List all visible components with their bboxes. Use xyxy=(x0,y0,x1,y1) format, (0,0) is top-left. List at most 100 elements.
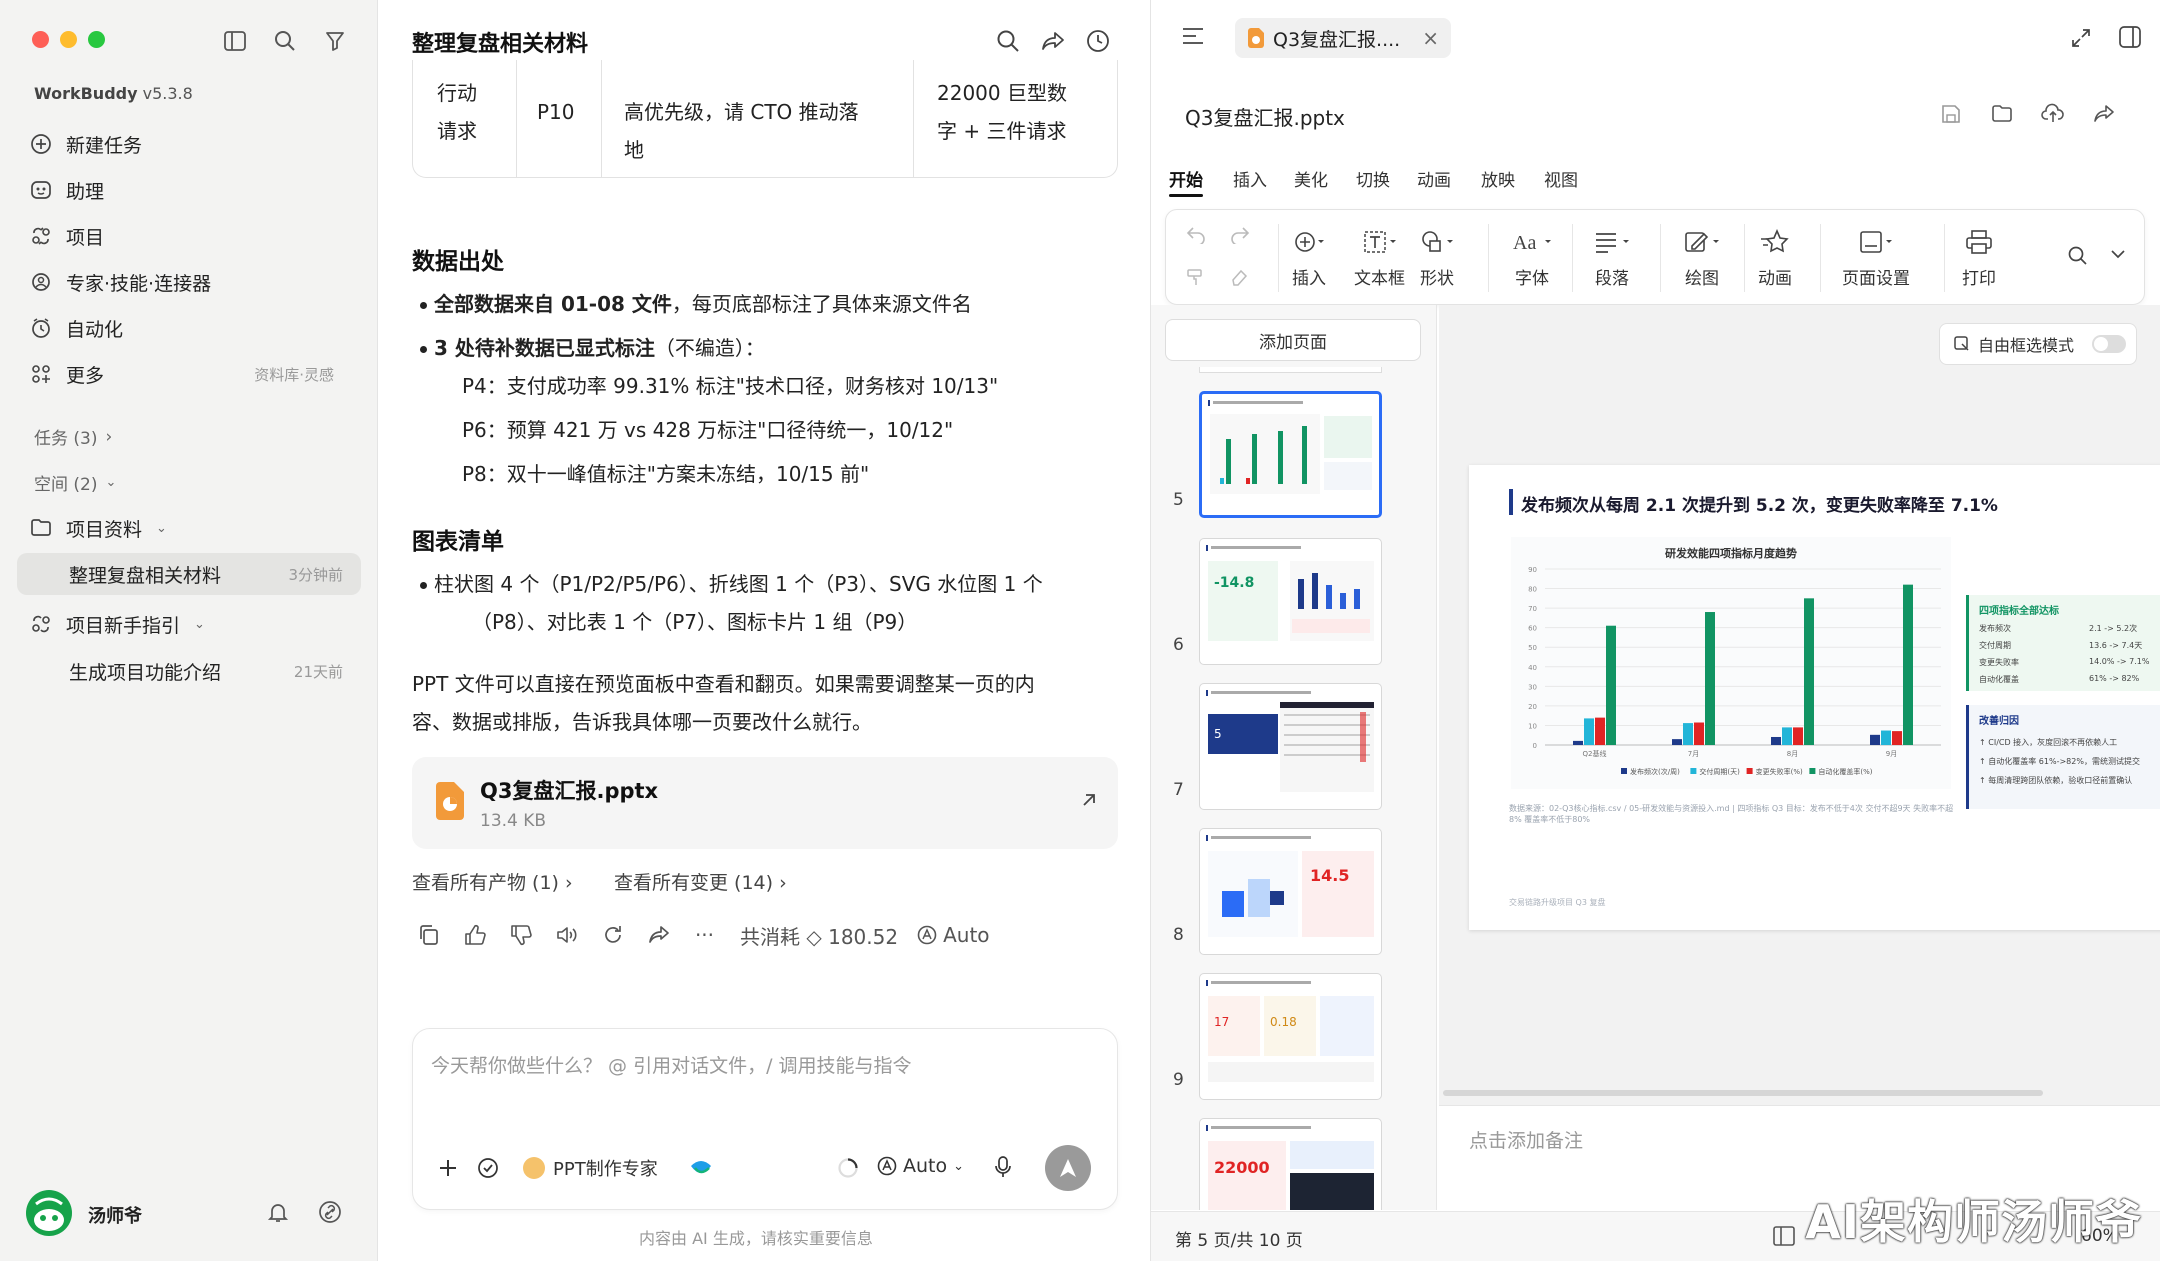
menu-animation[interactable]: 动画 xyxy=(1417,166,1451,191)
slide-thumbnail[interactable]: 22000 xyxy=(1199,1118,1382,1210)
conversation-item-active[interactable]: 整理复盘相关材料 3分钟前 xyxy=(17,553,361,595)
close-tab-icon[interactable]: × xyxy=(1422,26,1439,50)
add-attachment-icon[interactable] xyxy=(437,1157,459,1179)
upload-icon[interactable] xyxy=(2041,102,2065,124)
view-changes-link[interactable]: 查看所有变更 (14) › xyxy=(614,868,787,895)
file-tab[interactable]: Q3复盘汇报.... × xyxy=(1235,18,1451,58)
toggle-switch[interactable] xyxy=(2092,335,2126,353)
share-icon[interactable] xyxy=(642,918,675,952)
notes-placeholder[interactable]: 点击添加备注 xyxy=(1469,1126,1583,1153)
horizontal-scrollbar[interactable] xyxy=(1443,1090,2043,1096)
slide-thumbnail[interactable]: -14.8 xyxy=(1199,538,1382,665)
conversation-item[interactable]: 生成项目功能介绍 21天前 xyxy=(17,650,361,692)
nav-automation[interactable]: 自动化 xyxy=(30,308,370,348)
nav-experts[interactable]: 专家·技能·连接器 xyxy=(30,262,370,302)
save-icon[interactable] xyxy=(1941,104,1961,124)
speaker-icon[interactable] xyxy=(550,918,583,952)
thumb-number: 9 xyxy=(1173,1070,1184,1090)
close-window-button[interactable] xyxy=(32,31,49,48)
tool-textbox[interactable]: 文本框 xyxy=(1354,226,1405,289)
link-icon[interactable] xyxy=(318,1200,342,1224)
thumbs-down-icon[interactable] xyxy=(504,918,537,952)
send-button[interactable] xyxy=(1045,1145,1091,1191)
legend-label: 变更失败率(%) xyxy=(1756,767,1803,776)
thumb-number: 8 xyxy=(1173,925,1184,945)
add-page-button[interactable]: 添加页面 xyxy=(1165,319,1421,361)
menu-beautify[interactable]: 美化 xyxy=(1294,166,1328,191)
slide-page[interactable]: 发布频次从每周 2.1 次提升到 5.2 次，变更失败率降至 7.1% 研发效能… xyxy=(1469,465,2160,930)
guide-group[interactable]: 项目新手指引 ⌄ xyxy=(30,604,370,644)
search-icon[interactable] xyxy=(991,24,1025,58)
sidebar-toggle-icon[interactable] xyxy=(218,24,252,58)
tool-draw[interactable]: 绘图 xyxy=(1684,226,1720,289)
y-tick-label: 20 xyxy=(1528,703,1537,711)
menu-start[interactable]: 开始 xyxy=(1169,166,1203,191)
tool-insert[interactable]: 插入 xyxy=(1292,226,1326,289)
avatar[interactable] xyxy=(26,1190,72,1236)
folder-icon[interactable] xyxy=(1991,104,2013,124)
share-icon[interactable] xyxy=(2093,104,2115,124)
thumbs-up-icon[interactable] xyxy=(458,918,491,952)
tool-font[interactable]: Aa 字体 xyxy=(1512,226,1552,289)
regenerate-icon[interactable] xyxy=(596,918,629,952)
app-logo-icon[interactable] xyxy=(689,1156,713,1178)
search-icon[interactable] xyxy=(2068,246,2088,266)
menu-view[interactable]: 视图 xyxy=(1544,166,1578,191)
menu-transition[interactable]: 切换 xyxy=(1356,166,1390,191)
bell-icon[interactable] xyxy=(266,1200,290,1224)
panel-toggle-icon[interactable] xyxy=(2119,26,2141,48)
slide-thumbnail-active[interactable] xyxy=(1199,391,1382,518)
slide-thumbnail[interactable]: 5 xyxy=(1199,683,1382,810)
expert-selector[interactable]: PPT制作专家 xyxy=(523,1155,658,1181)
more-icon[interactable]: ··· xyxy=(688,918,721,952)
eraser-icon[interactable] xyxy=(1230,268,1248,286)
model-selector[interactable]: Auto ⌄ xyxy=(877,1155,964,1177)
history-icon[interactable] xyxy=(1081,24,1115,58)
nav-more[interactable]: 更多 资料库·灵感 xyxy=(30,354,370,394)
redo-icon[interactable] xyxy=(1230,226,1250,244)
section-heading: 数据出处 xyxy=(412,249,504,275)
paragraph: PPT 文件可以直接在预览面板中查看和翻页。如果需要调整某一页的内 xyxy=(412,672,1035,696)
legend-swatch xyxy=(1809,768,1816,774)
nav-new-task[interactable]: 新建任务 xyxy=(30,124,370,164)
view-outputs-link[interactable]: 查看所有产物 (1) › xyxy=(412,868,573,895)
expand-icon[interactable] xyxy=(2071,28,2091,48)
layout-icon[interactable] xyxy=(1773,1226,1795,1246)
nav-project[interactable]: 项目 xyxy=(30,216,370,256)
menu-insert[interactable]: 插入 xyxy=(1233,166,1267,191)
menu-icon[interactable] xyxy=(1181,26,1205,46)
file-card[interactable]: Q3复盘汇报.pptx 13.4 KB xyxy=(412,757,1118,849)
filter-icon[interactable] xyxy=(318,24,352,58)
tool-animation[interactable]: 动画 xyxy=(1758,226,1792,289)
slide-thumbnail[interactable]: 14.5 xyxy=(1199,828,1382,955)
chart-bar xyxy=(1606,625,1616,745)
expert-icon xyxy=(30,271,66,293)
tool-print[interactable]: 打印 xyxy=(1962,226,1996,289)
spaces-group[interactable]: 空间 (2) ⌄ xyxy=(34,470,116,495)
undo-icon[interactable] xyxy=(1186,226,1206,244)
format-painter-icon[interactable] xyxy=(1186,268,1204,286)
zoom-window-button[interactable] xyxy=(88,31,105,48)
menu-slideshow[interactable]: 放映 xyxy=(1481,166,1515,191)
action-table: 行动 请求 P10 高优先级，请 CTO 推动落地 22000 巨型数字 + 三件… xyxy=(412,60,1118,178)
share-icon[interactable] xyxy=(1036,24,1070,58)
tasks-group[interactable]: 任务 (3) › xyxy=(34,424,112,450)
chat-input-placeholder[interactable]: 今天帮你做些什么？ @ 引用对话文件，/ 调用技能与指令 xyxy=(431,1051,912,1078)
y-tick-label: 80 xyxy=(1528,586,1537,594)
copy-icon[interactable] xyxy=(412,918,445,952)
nav-assistant[interactable]: 助理 xyxy=(30,170,370,210)
free-select-toggle[interactable]: 自由框选模式 xyxy=(1939,323,2137,365)
minimize-window-button[interactable] xyxy=(60,31,77,48)
chevron-down-icon[interactable] xyxy=(2110,248,2126,260)
search-icon[interactable] xyxy=(268,24,302,58)
folder-project-materials[interactable]: 项目资料 ⌄ xyxy=(30,508,370,548)
microphone-icon[interactable] xyxy=(993,1155,1013,1179)
tool-paragraph[interactable]: 段落 xyxy=(1594,226,1630,289)
chat-input-box[interactable]: 今天帮你做些什么？ @ 引用对话文件，/ 调用技能与指令 PPT制作专家 Aut… xyxy=(412,1028,1118,1210)
shield-check-icon[interactable] xyxy=(477,1157,499,1179)
slide-title: 发布频次从每周 2.1 次提升到 5.2 次，变更失败率降至 7.1% xyxy=(1521,496,1998,516)
tool-shape[interactable]: 形状 xyxy=(1420,226,1454,289)
open-external-icon[interactable] xyxy=(1080,791,1098,809)
tool-page-setup[interactable]: 页面设置 xyxy=(1842,226,1910,289)
slide-thumbnail[interactable]: 17 0.18 xyxy=(1199,973,1382,1100)
